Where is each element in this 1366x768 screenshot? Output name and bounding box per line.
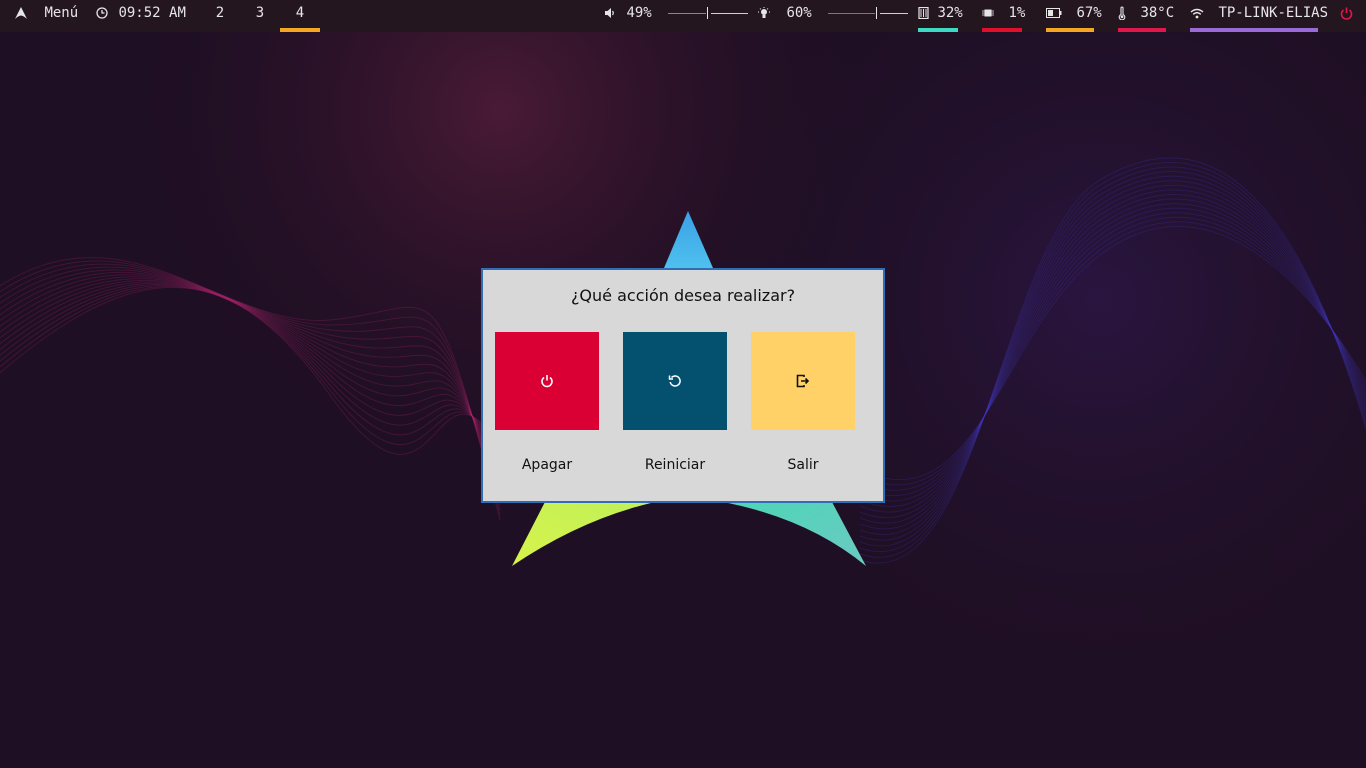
- volume-module[interactable]: 49%: [604, 0, 749, 32]
- temperature-underline: [1118, 28, 1166, 32]
- temperature-module[interactable]: 38°C: [1118, 0, 1174, 32]
- workspace-3[interactable]: 3: [240, 0, 280, 32]
- shutdown-button[interactable]: [495, 332, 599, 430]
- dialog-title: ¿Qué acción desea realizar?: [570, 286, 796, 305]
- logout-label: Salir: [787, 457, 819, 473]
- clock-icon: [96, 7, 108, 19]
- restart-icon: [668, 375, 681, 387]
- volume-label: 49%: [626, 5, 652, 21]
- battery-icon: [1046, 8, 1062, 18]
- workspace-active-indicator: [280, 28, 320, 32]
- cpu-icon: [982, 9, 994, 17]
- wifi-icon: [1190, 8, 1204, 18]
- network-module[interactable]: TP-LINK-ELIAS: [1190, 0, 1328, 32]
- clock[interactable]: 09:52 AM: [96, 0, 186, 32]
- restart-label: Reiniciar: [644, 457, 706, 473]
- restart-button[interactable]: [623, 332, 727, 430]
- cpu-underline: [982, 28, 1022, 32]
- logout-button[interactable]: [751, 332, 855, 430]
- brightness-label: 60%: [786, 5, 812, 21]
- thermometer-icon: [1118, 6, 1126, 20]
- battery-label: 67%: [1076, 5, 1102, 21]
- brightness-module[interactable]: 60%: [758, 0, 909, 32]
- cpu-label: 1%: [1008, 5, 1026, 21]
- temperature-label: 38°C: [1140, 5, 1175, 21]
- power-menu-button[interactable]: [1340, 0, 1353, 32]
- volume-slider[interactable]: [668, 7, 749, 19]
- power-icon: [1340, 7, 1353, 20]
- menu-button[interactable]: Menú: [14, 0, 78, 32]
- memory-module[interactable]: 32%: [918, 0, 963, 32]
- workspace-4[interactable]: 4: [280, 0, 320, 32]
- workspace-label: 2: [215, 5, 225, 21]
- battery-underline: [1046, 28, 1094, 32]
- logout-icon: [796, 374, 810, 388]
- network-label: TP-LINK-ELIAS: [1218, 5, 1329, 21]
- cpu-module[interactable]: 1%: [982, 0, 1026, 32]
- memory-label: 32%: [937, 5, 963, 21]
- brightness-slider[interactable]: [828, 7, 909, 19]
- memory-icon: [918, 7, 929, 19]
- workspace-label: 3: [255, 5, 265, 21]
- power-dialog: ¿Qué acción desea realizar? Apagar Reini…: [481, 268, 885, 503]
- memory-underline: [918, 28, 958, 32]
- menu-label: Menú: [44, 5, 79, 21]
- clock-time: 09:52 AM: [118, 5, 186, 21]
- top-panel: Menú 09:52 AM 2 3 4 49% 60% 32% 1% 67% 3…: [0, 0, 1366, 32]
- network-underline: [1190, 28, 1318, 32]
- workspace-label: 4: [295, 5, 305, 21]
- shutdown-label: Apagar: [521, 457, 573, 473]
- power-icon: [541, 375, 553, 388]
- speaker-icon: [605, 8, 614, 18]
- workspace-2[interactable]: 2: [200, 0, 240, 32]
- battery-module[interactable]: 67%: [1046, 0, 1102, 32]
- arch-logo-icon: [15, 7, 27, 19]
- lightbulb-icon: [758, 7, 770, 18]
